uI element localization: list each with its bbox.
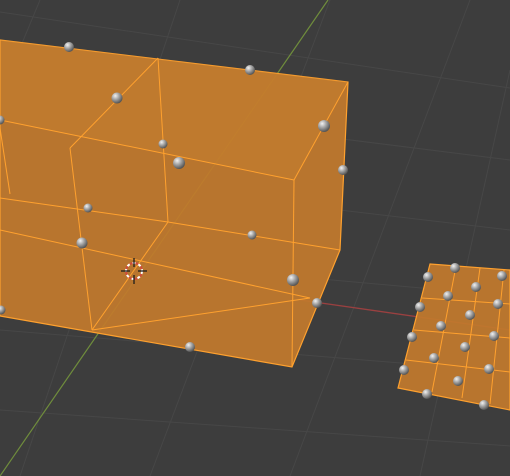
control-point-icon[interactable]: [422, 389, 432, 399]
control-point-icon[interactable]: [173, 157, 185, 169]
control-point-icon[interactable]: [245, 65, 255, 75]
control-point-icon[interactable]: [497, 271, 507, 281]
control-point-icon[interactable]: [185, 342, 195, 352]
control-point-icon[interactable]: [287, 274, 299, 286]
control-point-icon[interactable]: [83, 203, 93, 213]
control-point-icon[interactable]: [493, 299, 503, 309]
control-point-icon[interactable]: [423, 272, 433, 282]
viewport-canvas[interactable]: [0, 0, 510, 476]
control-point-icon[interactable]: [318, 120, 330, 132]
control-point-icon[interactable]: [479, 400, 489, 410]
control-point-icon[interactable]: [453, 376, 463, 386]
control-point-icon[interactable]: [312, 298, 322, 308]
control-point-icon[interactable]: [415, 302, 425, 312]
control-point-icon[interactable]: [436, 321, 446, 331]
control-point-icon[interactable]: [76, 237, 88, 249]
control-point-icon[interactable]: [247, 230, 257, 240]
control-point-icon[interactable]: [460, 342, 470, 352]
control-point-icon[interactable]: [158, 139, 168, 149]
control-point-icon[interactable]: [399, 365, 409, 375]
control-point-icon[interactable]: [429, 353, 439, 363]
control-point-icon[interactable]: [443, 291, 453, 301]
3d-viewport[interactable]: [0, 0, 510, 476]
control-point-icon[interactable]: [465, 310, 475, 320]
control-point-icon[interactable]: [111, 92, 123, 104]
control-point-icon[interactable]: [471, 282, 481, 292]
cube-mesh[interactable]: [0, 39, 349, 368]
control-point-icon[interactable]: [484, 364, 494, 374]
control-point-icon[interactable]: [489, 331, 499, 341]
control-point-icon[interactable]: [407, 332, 417, 342]
control-point-icon[interactable]: [338, 165, 348, 175]
control-point-icon[interactable]: [450, 263, 460, 273]
control-point-icon[interactable]: [64, 42, 74, 52]
